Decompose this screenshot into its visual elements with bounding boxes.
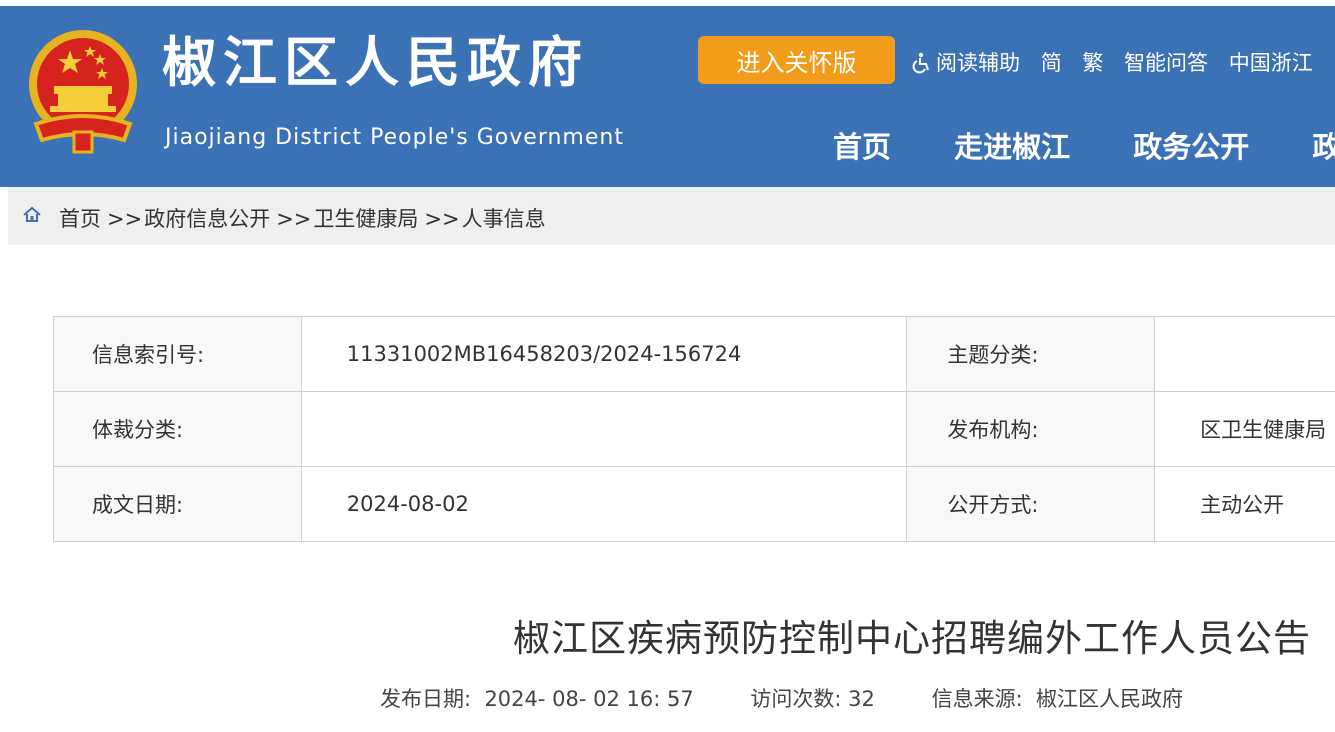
main-nav: 首页 走进椒江 政务公开 政	[833, 124, 1335, 166]
genre-category-value	[300, 391, 908, 467]
zhejiang-link[interactable]: 中国浙江	[1229, 51, 1313, 75]
site-title: 椒江区人民政府	[162, 31, 589, 94]
publish-date-label: 发布日期:	[380, 687, 472, 711]
info-source: 信息来源: 椒江区人民政府	[932, 687, 1183, 711]
nav-about-jiaojiang[interactable]: 走进椒江	[954, 124, 1070, 166]
publishing-agency-value: 区卫生健康局	[1154, 391, 1335, 467]
disclosure-method-value: 主动公开	[1154, 466, 1335, 542]
index-number-value: 11331002MB16458203/2024-156724	[300, 316, 908, 392]
smart-qa-link[interactable]: 智能问答	[1124, 51, 1208, 75]
article-meta: 发布日期: 2024- 08- 02 16: 57 访问次数: 32 信息来源:…	[380, 683, 1183, 713]
info-source-label: 信息来源:	[931, 687, 1023, 711]
simplified-chinese-link[interactable]: 简	[1041, 51, 1062, 75]
table-row: 成文日期: 2024-08-02 公开方式: 主动公开	[53, 466, 1335, 542]
publishing-agency-label: 发布机构:	[906, 391, 1156, 467]
breadcrumb-items: 首页 >>政府信息公开 >>卫生健康局 >>人事信息	[59, 203, 546, 233]
table-row: 体裁分类: 发布机构: 区卫生健康局	[53, 391, 1335, 467]
info-table: 信息索引号: 11331002MB16458203/2024-156724 主题…	[53, 316, 1335, 542]
breadcrumb-personnel-info[interactable]: 人事信息	[462, 207, 546, 231]
disclosure-method-label: 公开方式:	[906, 466, 1156, 542]
topic-category-value	[1154, 316, 1335, 392]
reading-assist-label: 阅读辅助	[936, 51, 1020, 75]
topic-category-label: 主题分类:	[906, 316, 1156, 392]
breadcrumb: 首页 >>政府信息公开 >>卫生健康局 >>人事信息	[8, 187, 1335, 245]
site-subtitle: Jiaojiang District People's Government	[165, 125, 624, 150]
visit-count-value: 32	[848, 687, 875, 711]
written-date-value: 2024-08-02	[300, 466, 908, 542]
article-title: 椒江区疾病预防控制中心招聘编外工作人员公告	[513, 617, 1311, 660]
breadcrumb-separator: >>	[276, 207, 312, 231]
written-date-label: 成文日期:	[53, 466, 302, 542]
breadcrumb-health-bureau[interactable]: 卫生健康局	[313, 207, 418, 231]
header-top-strip	[0, 0, 1335, 6]
index-number-label: 信息索引号:	[53, 316, 302, 392]
care-version-button[interactable]: 进入关怀版	[698, 36, 895, 84]
table-row: 信息索引号: 11331002MB16458203/2024-156724 主题…	[53, 316, 1335, 392]
nav-government-affairs[interactable]: 政务公开	[1133, 124, 1249, 166]
header-tools: 阅读辅助 简 繁 智能问答 中国浙江	[910, 47, 1327, 77]
nav-more[interactable]: 政	[1312, 124, 1335, 166]
national-emblem-icon	[29, 30, 137, 154]
breadcrumb-gov-info[interactable]: 政府信息公开	[144, 207, 270, 231]
publish-date-value: 2024- 08- 02 16: 57	[484, 687, 694, 711]
home-icon	[23, 206, 41, 222]
visit-count: 访问次数: 32	[750, 687, 875, 711]
accessibility-icon	[912, 52, 929, 74]
genre-category-label: 体裁分类:	[53, 391, 302, 467]
site-header: 椒江区人民政府 Jiaojiang District People's Gove…	[0, 0, 1335, 187]
nav-home[interactable]: 首页	[833, 124, 891, 166]
breadcrumb-separator: >>	[107, 207, 143, 231]
publish-date: 发布日期: 2024- 08- 02 16: 57	[380, 687, 694, 711]
traditional-chinese-link[interactable]: 繁	[1082, 51, 1103, 75]
reading-assist-link[interactable]: 阅读辅助	[910, 51, 1020, 75]
breadcrumb-separator: >>	[424, 207, 460, 231]
info-source-value: 椒江区人民政府	[1036, 687, 1184, 711]
breadcrumb-home[interactable]: 首页	[59, 207, 101, 231]
visit-count-label: 访问次数:	[750, 687, 842, 711]
